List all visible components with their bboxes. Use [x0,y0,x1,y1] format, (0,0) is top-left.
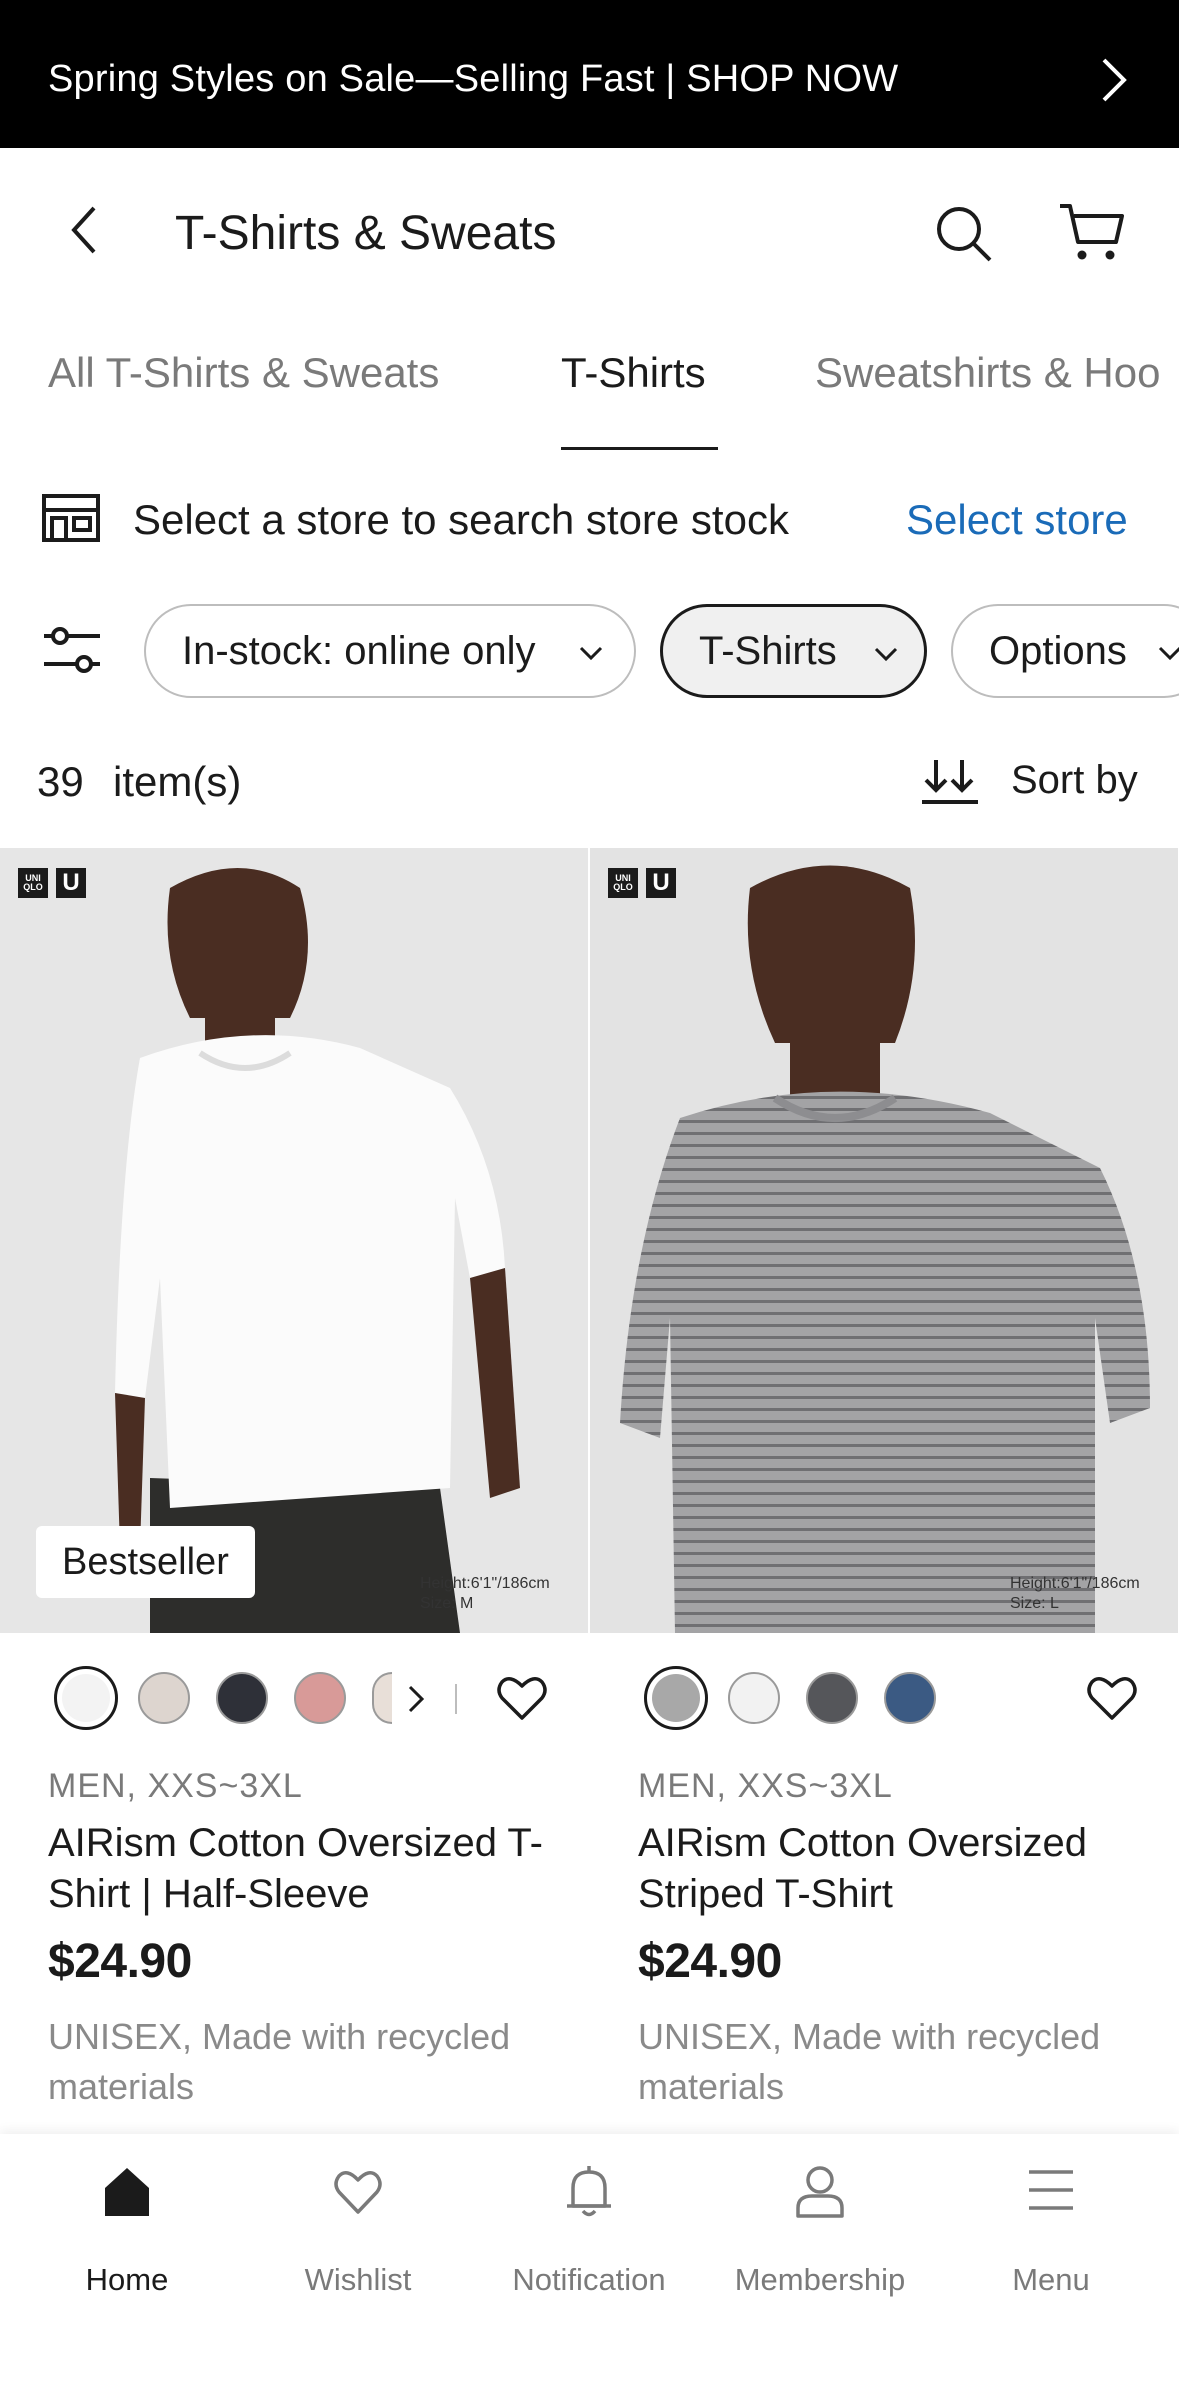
menu-icon [1029,2170,1073,2210]
store-icon [42,494,100,542]
filter-chip-category[interactable]: T-Shirts [660,604,927,698]
nav-label: Membership [734,2262,906,2297]
chevron-right-icon[interactable] [1094,54,1134,106]
home-icon [105,2168,149,2216]
chevron-down-icon [1158,646,1179,661]
results-summary-row: 39 item(s) Sort by [0,740,1179,820]
product-image[interactable]: UNI QLO U Bestseller Height:6'1"/186cm Siz… [0,848,588,1633]
filter-chip-label: T-Shirts [699,628,837,673]
chevron-down-icon [579,646,603,661]
app-header: T-Shirts & Sweats [0,148,1179,318]
chevron-right-icon[interactable] [404,1684,428,1714]
sort-by-button[interactable]: Sort by [1011,758,1138,803]
wishlist-heart-icon[interactable] [1084,1670,1140,1726]
tab-tshirts[interactable]: T-Shirts [561,349,706,397]
person-icon [796,2166,844,2218]
tab-all-tshirts-sweats[interactable]: All T-Shirts & Sweats [48,349,439,397]
nav-label: Wishlist [304,2262,412,2297]
nav-wishlist[interactable]: Wishlist [242,2164,474,2314]
nav-label: Menu [1012,2262,1090,2297]
product-price: $24.90 [48,1935,192,1988]
item-count-label: item(s) [113,758,242,805]
nav-membership[interactable]: Membership [704,2164,936,2314]
model-size-note: Height:6'1"/186cm Size: M [420,1575,550,1612]
search-icon[interactable] [932,202,996,266]
chevron-down-icon [874,647,898,662]
product-photo-striped-tshirt [590,848,1178,1633]
nav-home[interactable]: Home [11,2164,243,2314]
promo-banner[interactable]: Spring Styles on Sale—Selling Fast | SHO… [0,0,1179,148]
nav-notification[interactable]: Notification [473,2164,705,2314]
product-price: $24.90 [638,1935,782,1988]
color-swatch[interactable] [884,1672,936,1724]
u-logo: U [56,868,86,898]
color-swatch-partial[interactable] [372,1672,392,1724]
wishlist-heart-icon[interactable] [494,1670,550,1726]
color-swatch[interactable] [644,1666,708,1730]
uniqlo-logo: UNI QLO [608,868,638,898]
filter-chip-label: Options [989,628,1127,673]
color-swatch[interactable] [294,1672,346,1724]
divider [455,1684,457,1714]
back-arrow-icon[interactable] [62,200,108,260]
product-name[interactable]: AIRism Cotton Oversized Striped T-Shirt [638,1818,1158,1920]
promo-text: Spring Styles on Sale—Selling Fast | SHO… [48,58,899,100]
store-prompt-text: Select a store to search store stock [133,496,789,543]
color-swatch[interactable] [216,1672,268,1724]
bottom-navigation: Home Wishlist Notification Membership Me… [0,2134,1179,2396]
model-size-note: Height:6'1"/186cm Size: L [1010,1575,1140,1612]
color-swatch[interactable] [806,1672,858,1724]
color-swatch[interactable] [138,1672,190,1724]
category-tabs: All T-Shirts & Sweats T-Shirts Sweatshir… [0,335,1179,455]
nav-label: Home [85,2262,169,2297]
product-image[interactable]: UNI QLO U Height:6'1"/186cm Size: L [590,848,1178,1633]
filter-chip-options[interactable]: Options [951,604,1179,698]
select-store-link[interactable]: Select store [906,496,1128,544]
nav-menu[interactable]: Menu [935,2164,1167,2314]
uniqlo-logo: UNI QLO [18,868,48,898]
product-meta: MEN, XXS~3XL [638,1767,893,1805]
color-swatch[interactable] [728,1672,780,1724]
filter-sliders-icon[interactable] [42,624,102,676]
product-note: UNISEX, Made with recycled materials [48,2016,511,2107]
filter-chip-label: In-stock: online only [182,628,536,673]
filter-bar: In-stock: online only T-Shirts Options [0,600,1179,700]
page-title: T-Shirts & Sweats [175,207,557,260]
color-swatch[interactable] [54,1666,118,1730]
sort-icon[interactable] [920,756,980,808]
item-count: 39 [37,758,84,805]
bell-icon [567,2166,611,2217]
u-logo: U [646,868,676,898]
heart-icon [334,2171,382,2214]
tab-sweatshirts-hoodies[interactable]: Sweatshirts & Hoo [815,349,1160,397]
filter-chip-stock[interactable]: In-stock: online only [144,604,636,698]
cart-icon[interactable] [1058,200,1126,264]
product-meta: MEN, XXS~3XL [48,1767,303,1805]
product-photo-white-tshirt [0,848,588,1633]
bestseller-badge: Bestseller [36,1526,255,1598]
nav-label: Notification [512,2262,666,2297]
product-name[interactable]: AIRism Cotton Oversized T-Shirt | Half-S… [48,1818,568,1920]
active-tab-indicator [561,447,718,450]
store-selector-row: Select a store to search store stock Sel… [0,480,1179,560]
product-note: UNISEX, Made with recycled materials [638,2016,1101,2107]
